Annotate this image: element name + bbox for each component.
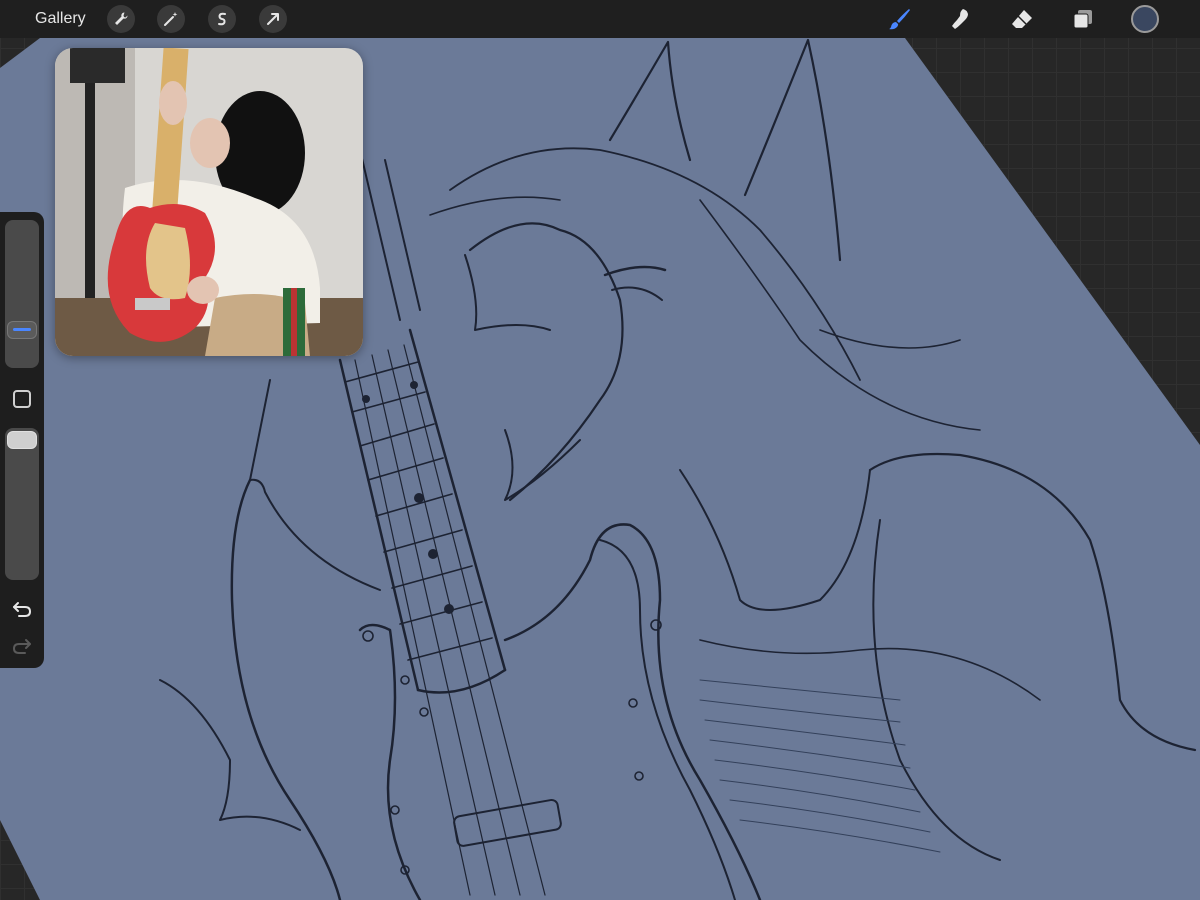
brush-size-thumb[interactable] bbox=[7, 320, 37, 339]
smudge-tool[interactable] bbox=[947, 5, 975, 33]
wrench-icon bbox=[115, 12, 128, 25]
eraser-tool[interactable] bbox=[1008, 5, 1036, 33]
layers-icon bbox=[1073, 10, 1092, 29]
magic-wand-icon bbox=[164, 12, 178, 26]
modify-button[interactable] bbox=[13, 390, 31, 408]
left-sidebar bbox=[0, 212, 44, 668]
brush-size-indicator bbox=[13, 328, 31, 332]
transform-button[interactable] bbox=[259, 5, 287, 33]
redo-button[interactable] bbox=[11, 635, 33, 657]
brush-icon bbox=[889, 9, 910, 30]
brush-opacity-thumb[interactable] bbox=[7, 431, 37, 449]
reference-image bbox=[55, 48, 363, 356]
undo-icon bbox=[13, 602, 32, 617]
color-picker-button[interactable] bbox=[1131, 5, 1159, 33]
gallery-button[interactable]: Gallery bbox=[35, 9, 86, 29]
adjustments-button[interactable] bbox=[157, 5, 185, 33]
layers-button[interactable] bbox=[1069, 5, 1097, 33]
brush-tool[interactable] bbox=[886, 5, 914, 33]
reference-window[interactable] bbox=[55, 48, 363, 356]
brush-opacity-slider[interactable] bbox=[5, 428, 39, 580]
redo-icon bbox=[12, 639, 31, 654]
top-toolbar: Gallery bbox=[0, 0, 1200, 38]
selection-s-icon bbox=[218, 12, 226, 26]
eraser-icon bbox=[1012, 10, 1032, 28]
undo-button[interactable] bbox=[11, 598, 33, 620]
actions-button[interactable] bbox=[107, 5, 135, 33]
smudge-icon bbox=[952, 9, 968, 29]
selection-button[interactable] bbox=[208, 5, 236, 33]
arrow-transform-icon bbox=[267, 13, 279, 25]
brush-size-slider[interactable] bbox=[5, 220, 39, 368]
